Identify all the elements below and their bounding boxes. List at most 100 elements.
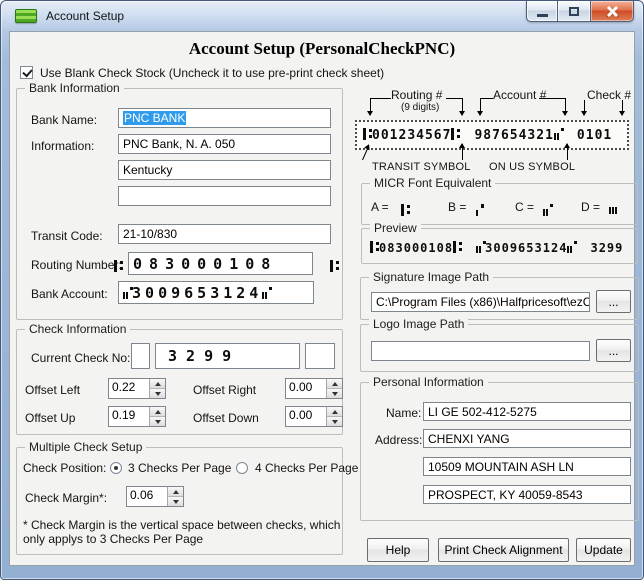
offset-left-down-button[interactable] [150,389,165,398]
group-check-information-label: Check Information [25,322,130,337]
offset-up-label: Offset Up [25,411,75,425]
current-check-no-input[interactable]: 3299 [155,343,300,369]
check-no-prefix-box[interactable] [131,343,150,369]
offset-down-down-button[interactable] [327,417,342,426]
logo-browse-button[interactable]: ... [596,339,631,362]
offset-up-up-button[interactable] [150,407,165,417]
account-right-down-arrow [565,98,566,115]
group-preview: Preview 08300010830096531243299 [361,228,638,264]
account-bracket-left-line [480,98,493,99]
address-input-1[interactable]: CHENXI YANG [423,429,631,448]
routing-number-input[interactable]: 083000108 [128,252,313,275]
radio-4-checks-label[interactable]: 4 Checks Per Page [255,461,358,475]
routing-bracket-right-line [446,98,462,99]
check-no-suffix-box[interactable] [305,343,335,369]
micr-d-dash-icon [609,200,618,219]
address-input-2[interactable]: 10509 MOUNTAIN ASH LN [423,457,631,476]
transit-code-label: Transit Code: [31,229,103,243]
micr-b-amount-icon [475,200,484,219]
account-hash-label: Account # [493,88,546,102]
offset-right-up-button[interactable] [327,379,342,389]
name-label: Name: [386,406,421,420]
group-bank-information-label: Bank Information [25,81,124,96]
check-right-down-arrow [622,100,623,115]
check-margin-up-button[interactable] [168,487,183,497]
offset-up-down-button[interactable] [150,417,165,426]
group-logo-image-path-label: Logo Image Path [369,317,468,332]
offset-left-spinner[interactable]: 0.22 [108,378,166,399]
group-multiple-check-setup-label: Multiple Check Setup [25,440,146,455]
check-margin-down-button[interactable] [168,497,183,506]
name-input[interactable]: LI GE 502-412-5275 [423,402,631,421]
offset-up-value: 0.19 [109,407,149,426]
group-bank-information: Bank Information Bank Name: PNC BANK Inf… [16,88,343,320]
logo-path-input[interactable] [371,341,590,361]
micr-a-transit-icon [401,200,410,219]
group-multiple-check-setup: Multiple Check Setup Check Position: 3 C… [16,447,343,555]
check-left-down-arrow [584,100,585,115]
group-check-information: Check Information Current Check No: 3299… [16,329,343,435]
offset-left-up-button[interactable] [150,379,165,389]
check-margin-label: Check Margin*: [25,491,107,505]
information-input-2[interactable]: Kentucky [118,160,331,180]
group-signature-image-path: Signature Image Path C:\Program Files (x… [360,277,639,320]
minimize-icon [537,14,548,17]
offset-down-spinner[interactable]: 0.00 [285,406,343,427]
radio-3-checks-label[interactable]: 3 Checks Per Page [128,461,231,475]
bank-account-label: Bank Account: [31,287,108,301]
offset-right-down-button[interactable] [327,389,342,398]
offset-down-value: 0.00 [286,407,326,426]
offset-down-up-button[interactable] [327,407,342,417]
routing-right-down-arrow [462,98,463,115]
offset-up-spinner[interactable]: 0.19 [108,406,166,427]
micr-b-label: B = [448,200,466,214]
minimize-button[interactable] [526,1,558,22]
offset-left-label: Offset Left [25,383,80,397]
group-preview-label: Preview [370,221,421,236]
check-margin-spinner[interactable]: 0.06 [126,486,184,507]
maximize-button[interactable] [558,1,590,22]
dialog-client-area: Account Setup (PersonalCheckPNC) Use Bla… [9,31,635,566]
window-title: Account Setup [46,9,124,23]
check-position-label: Check Position: [23,461,106,475]
routing-bracket-left-line [370,98,391,99]
micr-a-label: A = [371,200,389,214]
address-input-3[interactable]: PROSPECT, KY 40059-8543 [423,485,631,504]
group-personal-information: Personal Information Name: LI GE 502-412… [360,382,639,521]
group-signature-image-path-label: Signature Image Path [369,270,493,285]
micr-c-label: C = [515,200,534,214]
information-input-1[interactable]: PNC Bank, N. A. 050 [118,134,331,154]
routing-right-transit-icon [330,256,339,275]
micr-sample-line: 0012345679876543210101 [363,128,612,143]
transit-symbol-label: TRANSIT SYMBOL [372,161,471,173]
account-bracket-right-line [539,98,565,99]
print-check-alignment-button[interactable]: Print Check Alignment [438,538,569,562]
app-icon [15,9,37,23]
radio-4-checks-per-page[interactable] [236,462,248,474]
onus-symbol-label: ON US SYMBOL [489,161,575,173]
offset-down-label: Offset Down [193,411,259,425]
close-icon [606,6,619,17]
blank-stock-checkbox[interactable] [20,66,33,79]
current-check-no-label: Current Check No: [31,351,130,365]
transit-code-input[interactable]: 21-10/830 [118,224,331,244]
check-margin-note-line-2: only applys to 3 Checks Per Page [23,532,203,546]
radio-3-checks-per-page[interactable] [110,462,122,474]
preview-micr-line: 08300010830096531243299 [370,241,623,255]
offset-right-value: 0.00 [286,379,326,398]
dialog-heading: Account Setup (PersonalCheckPNC) [10,39,634,59]
bank-account-input[interactable]: 3009653124 [118,281,314,304]
group-personal-information-label: Personal Information [369,375,488,390]
update-button[interactable]: Update [576,538,631,562]
information-input-3[interactable] [118,186,331,206]
micr-c-onus-icon [543,200,552,219]
bank-name-selected-text: PNC BANK [123,111,186,125]
offset-right-spinner[interactable]: 0.00 [285,378,343,399]
group-micr-font-equivalent: MICR Font Equivalent A = B = C = D = [361,183,638,225]
close-button[interactable] [590,1,634,22]
signature-path-input[interactable]: C:\Program Files (x86)\Halfpricesoft\ezC… [371,292,590,312]
routing-number-label: Routing Number: [31,258,122,272]
help-button[interactable]: Help [367,538,429,562]
signature-browse-button[interactable]: ... [596,290,631,313]
bank-name-input[interactable]: PNC BANK [118,108,331,128]
